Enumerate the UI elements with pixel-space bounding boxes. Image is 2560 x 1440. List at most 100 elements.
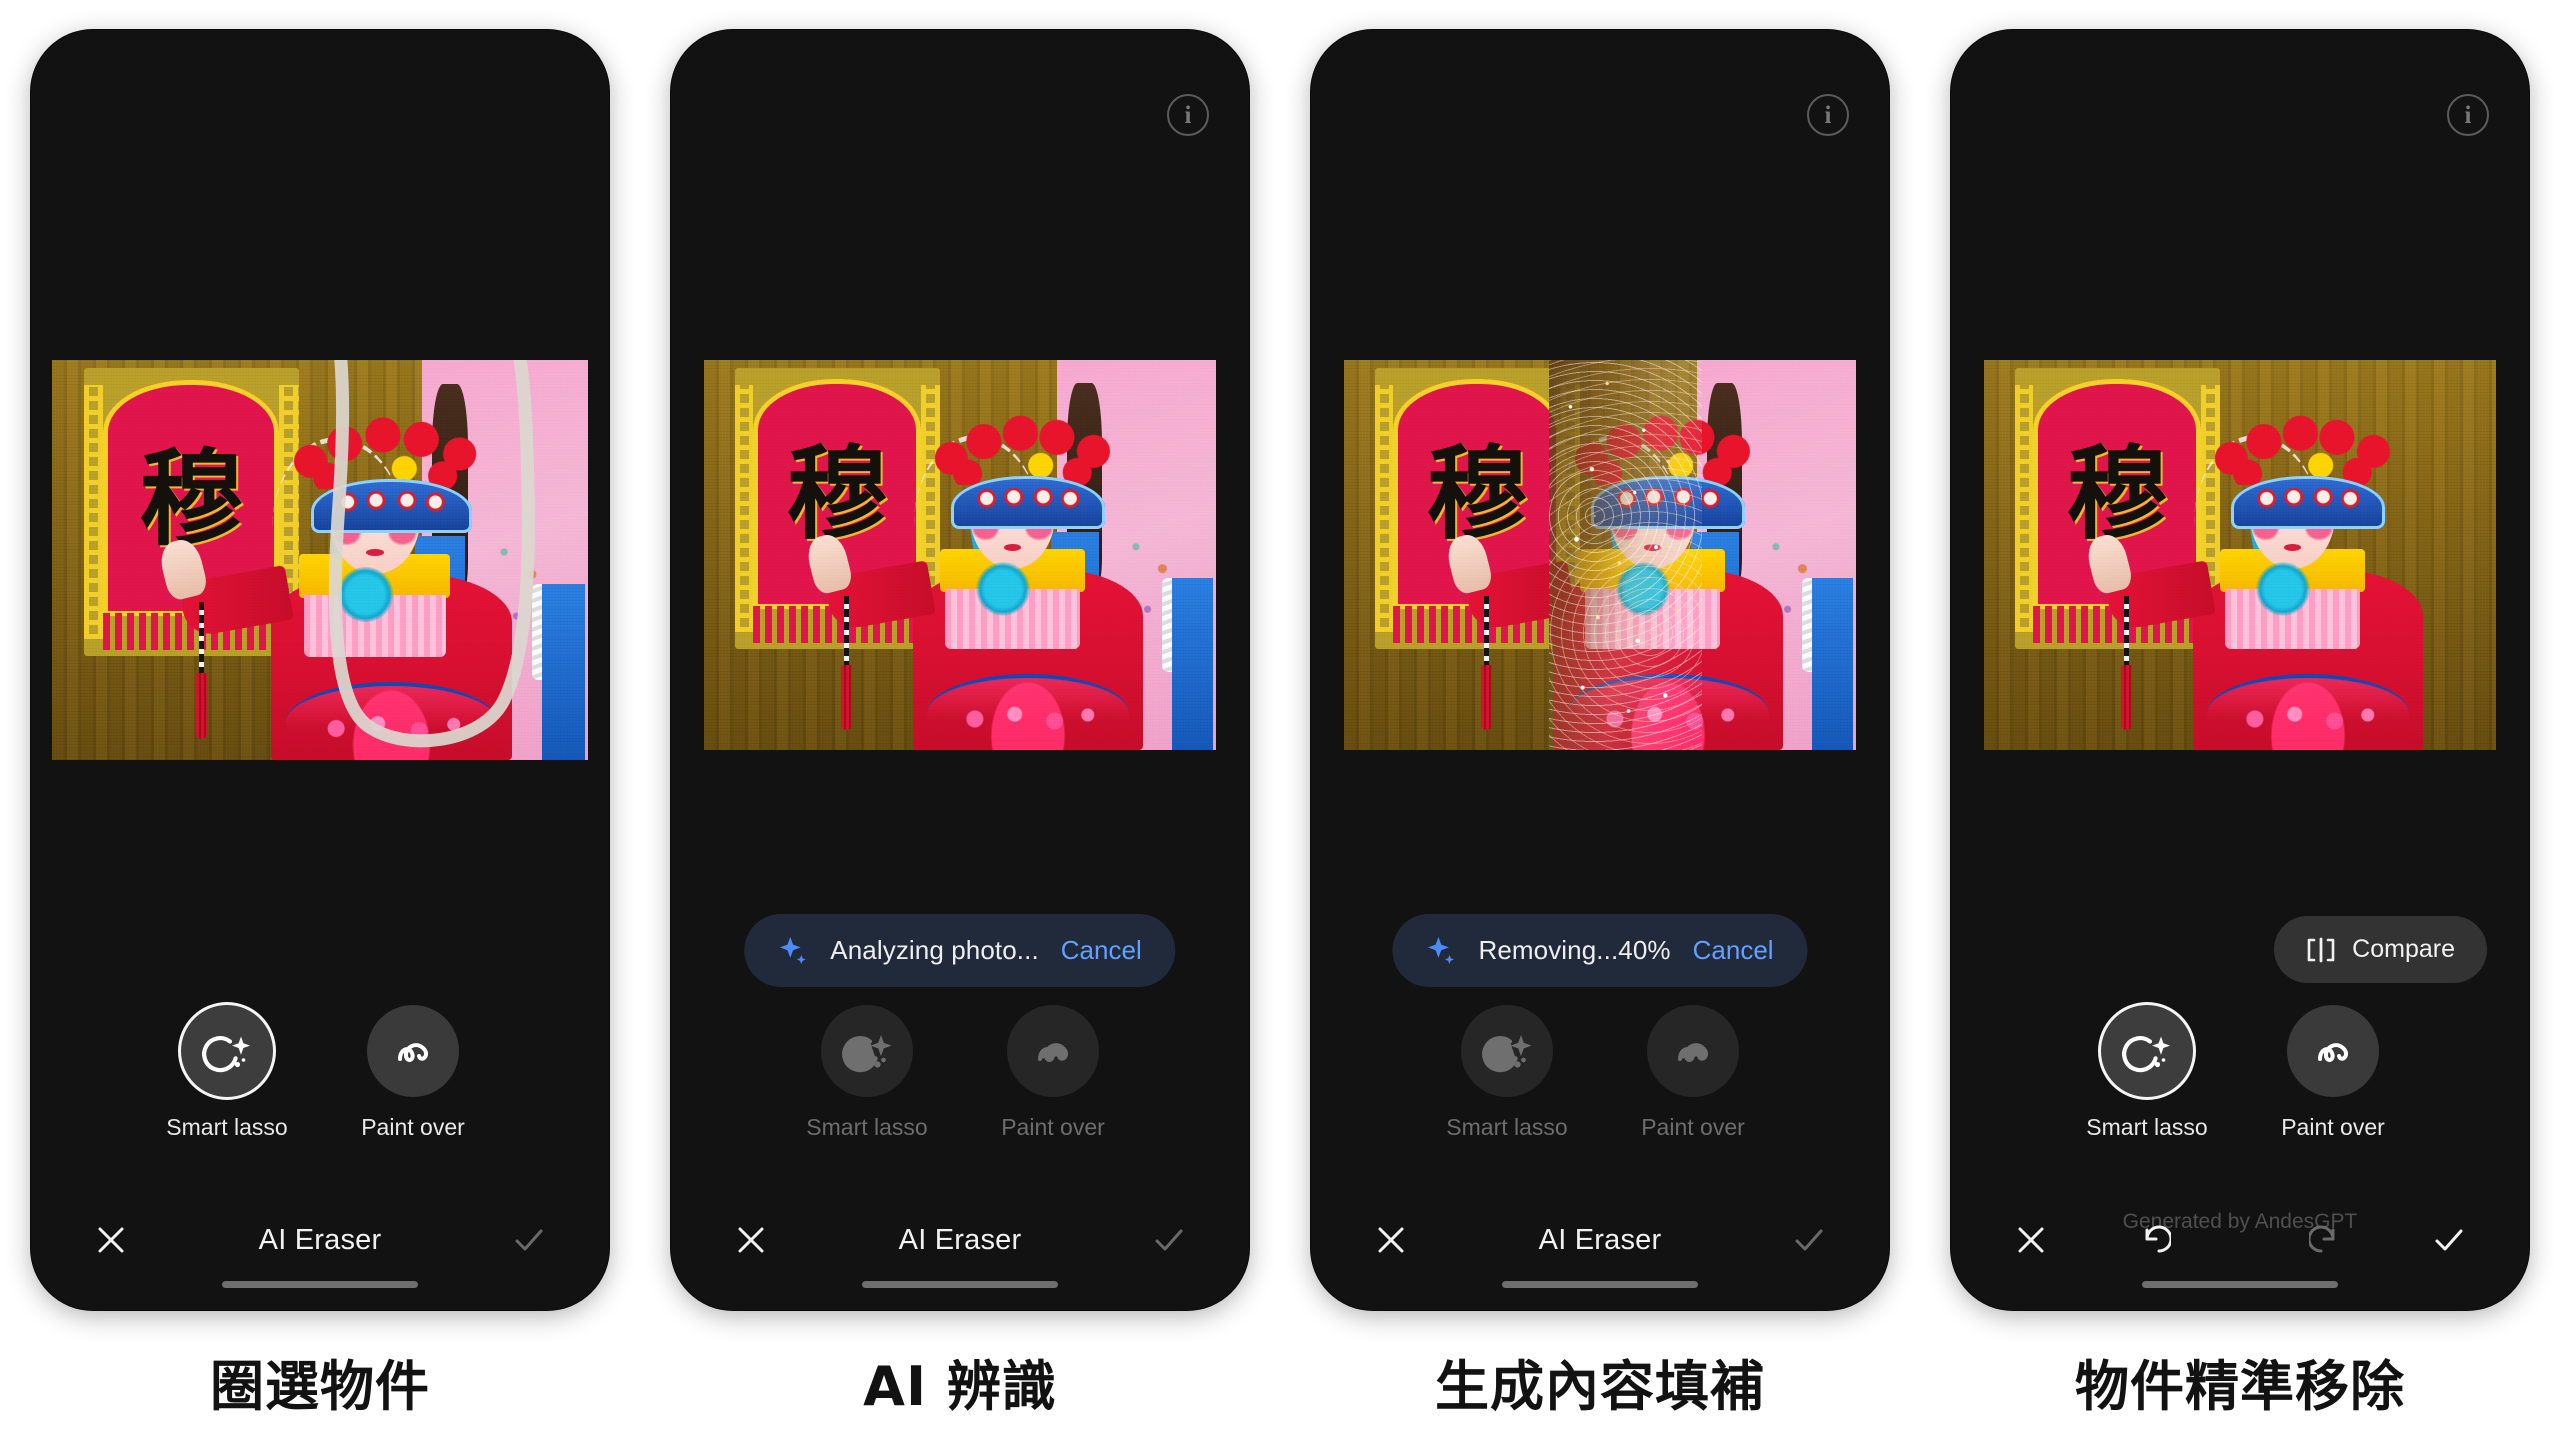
cancel-button[interactable]: Cancel (1061, 935, 1142, 966)
crown-band (2231, 476, 2386, 529)
photo-scene: 穆 (1984, 360, 2496, 750)
edited-photo[interactable]: 穆 (1984, 360, 2496, 750)
progress-label: Removing...40% (1478, 935, 1671, 965)
redo-button[interactable] (2294, 1208, 2358, 1272)
progress-pill: Removing...40% Cancel (1392, 914, 1808, 987)
edited-photo[interactable]: 穆 (704, 360, 1216, 750)
tassel (841, 595, 853, 730)
smart-lasso-label: Smart lasso (2086, 1114, 2208, 1140)
phone-frame: i 穆 (1951, 30, 2529, 1310)
performer (803, 414, 1144, 750)
blue-drape-right (1171, 578, 1213, 750)
performer (156, 416, 512, 760)
photo-scene: 穆 (52, 360, 588, 760)
bottom-bar (1951, 1170, 2529, 1310)
tassel-rod (2124, 595, 2130, 666)
panel-strip: 穆 Smart lasso Paint over AI Eraser 圈選物件 … (0, 0, 2560, 1440)
performer (2083, 414, 2424, 750)
tool-paint-over[interactable]: Paint over (984, 1005, 1122, 1141)
paint-over-label: Paint over (2281, 1114, 2385, 1140)
smart-lasso-label: Smart lasso (166, 1114, 288, 1140)
paint-over-label: Paint over (1001, 1114, 1105, 1140)
sparkle-icon (778, 936, 808, 966)
tassel-skirt (195, 673, 208, 740)
edited-photo[interactable]: 穆 (1344, 360, 1856, 750)
top-bar: i (1951, 30, 2529, 200)
cancel-button[interactable]: Cancel (1693, 935, 1774, 966)
tassel-rod (844, 595, 850, 666)
paint-over-label: Paint over (1641, 1114, 1745, 1140)
smart-lasso-label: Smart lasso (1446, 1114, 1568, 1140)
photo-scene: 穆 (704, 360, 1216, 750)
panel-title: AI Eraser (258, 1223, 382, 1256)
tassel-skirt (2121, 665, 2133, 730)
paint-over-icon (1647, 1005, 1739, 1097)
tool-row: Smart lasso Paint over (31, 1005, 609, 1141)
tool-paint-over[interactable]: Paint over (1624, 1005, 1762, 1141)
close-button[interactable] (79, 1208, 143, 1272)
info-icon[interactable]: i (1807, 94, 1849, 136)
mouth (1003, 544, 1021, 552)
home-indicator[interactable] (222, 1281, 418, 1288)
confirm-button[interactable] (497, 1208, 561, 1272)
panel-caption: 生成內容填補 (1435, 1355, 1765, 1418)
photo-area: 穆 (1311, 360, 1889, 750)
edited-photo[interactable]: 穆 (52, 360, 588, 760)
smart-lasso-label: Smart lasso (806, 1114, 928, 1140)
blue-pompom (337, 567, 394, 623)
mouth (365, 549, 384, 557)
tool-smart-lasso[interactable]: Smart lasso (158, 1005, 296, 1141)
tool-row: Smart lasso Paint over (1311, 1005, 1889, 1141)
robe-flowers (304, 708, 478, 749)
home-indicator[interactable] (1502, 1281, 1698, 1288)
demo-panel-select-object: 穆 Smart lasso Paint over AI Eraser 圈選物件 (31, 30, 609, 1421)
home-indicator[interactable] (862, 1281, 1058, 1288)
progress-label: Analyzing photo... (830, 935, 1039, 965)
close-button[interactable] (719, 1208, 783, 1272)
top-bar: i (1311, 30, 1889, 200)
demo-panel-ai-recognition: i 穆 Analyzing photo... Cancel Smart lass… (671, 30, 1249, 1421)
compare-button[interactable]: Compare (2274, 916, 2487, 983)
confirm-button[interactable] (2417, 1208, 2481, 1272)
tassel (2121, 595, 2133, 730)
headdress (285, 416, 498, 533)
history-controls (2063, 1208, 2417, 1272)
undo-button[interactable] (2122, 1208, 2186, 1272)
tool-paint-over[interactable]: Paint over (2264, 1005, 2402, 1141)
compare-icon (2306, 937, 2336, 963)
home-indicator[interactable] (2142, 1281, 2338, 1288)
close-button[interactable] (1359, 1208, 1423, 1272)
info-icon[interactable]: i (2447, 94, 2489, 136)
robe-flowers (945, 699, 1111, 740)
tool-smart-lasso[interactable]: Smart lasso (798, 1005, 936, 1141)
close-button[interactable] (1999, 1208, 2063, 1272)
blue-pompom (2256, 562, 2311, 616)
headdress (2206, 414, 2410, 529)
info-icon[interactable]: i (1167, 94, 1209, 136)
paint-over-icon (1007, 1005, 1099, 1097)
paint-over-label: Paint over (361, 1114, 465, 1140)
smart-lasso-icon (821, 1005, 913, 1097)
smart-lasso-icon (1461, 1005, 1553, 1097)
phone-frame: i 穆 (1311, 30, 1889, 1310)
blue-drape-right (1811, 578, 1853, 750)
tassel-skirt (841, 665, 853, 730)
panel-title: AI Eraser (1538, 1223, 1662, 1256)
confirm-button[interactable] (1137, 1208, 1201, 1272)
tool-paint-over[interactable]: Paint over (344, 1005, 482, 1141)
progress-pill: Analyzing photo... Cancel (744, 914, 1176, 987)
smart-lasso-icon (2101, 1005, 2193, 1097)
demo-panel-precise-removal: i 穆 Compare Smart lasso Paint over Gener… (1951, 30, 2529, 1421)
tool-smart-lasso[interactable]: Smart lasso (1438, 1005, 1576, 1141)
tool-row: Smart lasso Paint over (671, 1005, 1249, 1141)
blue-pompom (976, 562, 1031, 616)
paint-over-icon (2287, 1005, 2379, 1097)
demo-panel-generative-fill: i 穆 Removing...40% Cancel Smart lasso Pa… (1311, 30, 1889, 1421)
photo-scene: 穆 (1344, 360, 1856, 750)
headdress (926, 414, 1130, 529)
crown-band (310, 479, 473, 533)
tassel (1481, 595, 1493, 730)
pom-poms (2206, 414, 2410, 486)
tool-smart-lasso[interactable]: Smart lasso (2078, 1005, 2216, 1141)
confirm-button[interactable] (1777, 1208, 1841, 1272)
